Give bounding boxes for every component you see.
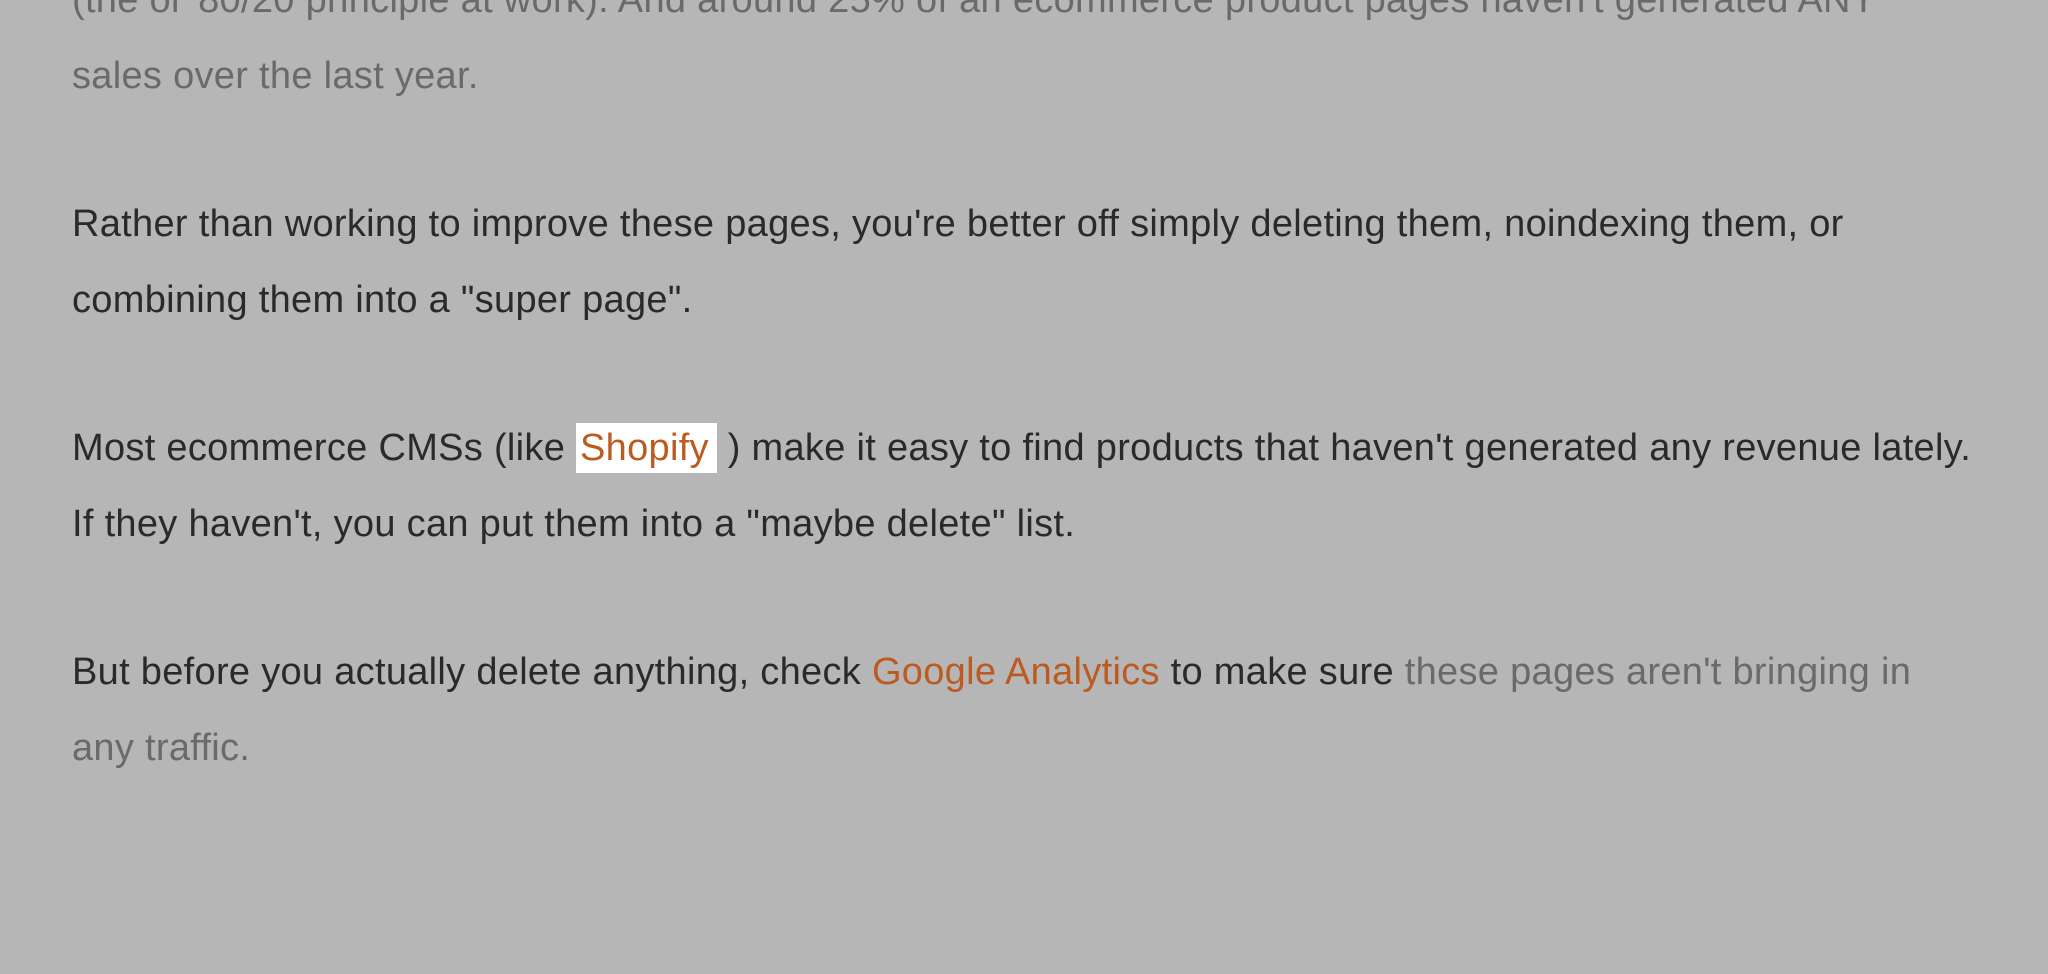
paragraph-4-after-normal: to make sure (1160, 651, 1405, 693)
paragraph-4-before: But before you actually delete anything,… (72, 651, 872, 693)
shopify-link[interactable]: Shopify (576, 423, 717, 473)
paragraph-2-text: Rather than working to improve these pag… (72, 203, 1844, 321)
paragraph-1: (the ol' 80/20 principle at work). And a… (72, 0, 1976, 114)
google-analytics-link[interactable]: Google Analytics (872, 651, 1160, 693)
paragraph-4: But before you actually delete anything,… (72, 634, 1976, 786)
paragraph-2: Rather than working to improve these pag… (72, 186, 1976, 338)
paragraph-3-before: Most ecommerce CMSs (like (72, 427, 576, 469)
paragraph-1-text: (the ol' 80/20 principle at work). And a… (72, 0, 1876, 97)
paragraph-3: Most ecommerce CMSs (like Shopify ) make… (72, 410, 1976, 562)
article-content: (the ol' 80/20 principle at work). And a… (0, 0, 2048, 786)
